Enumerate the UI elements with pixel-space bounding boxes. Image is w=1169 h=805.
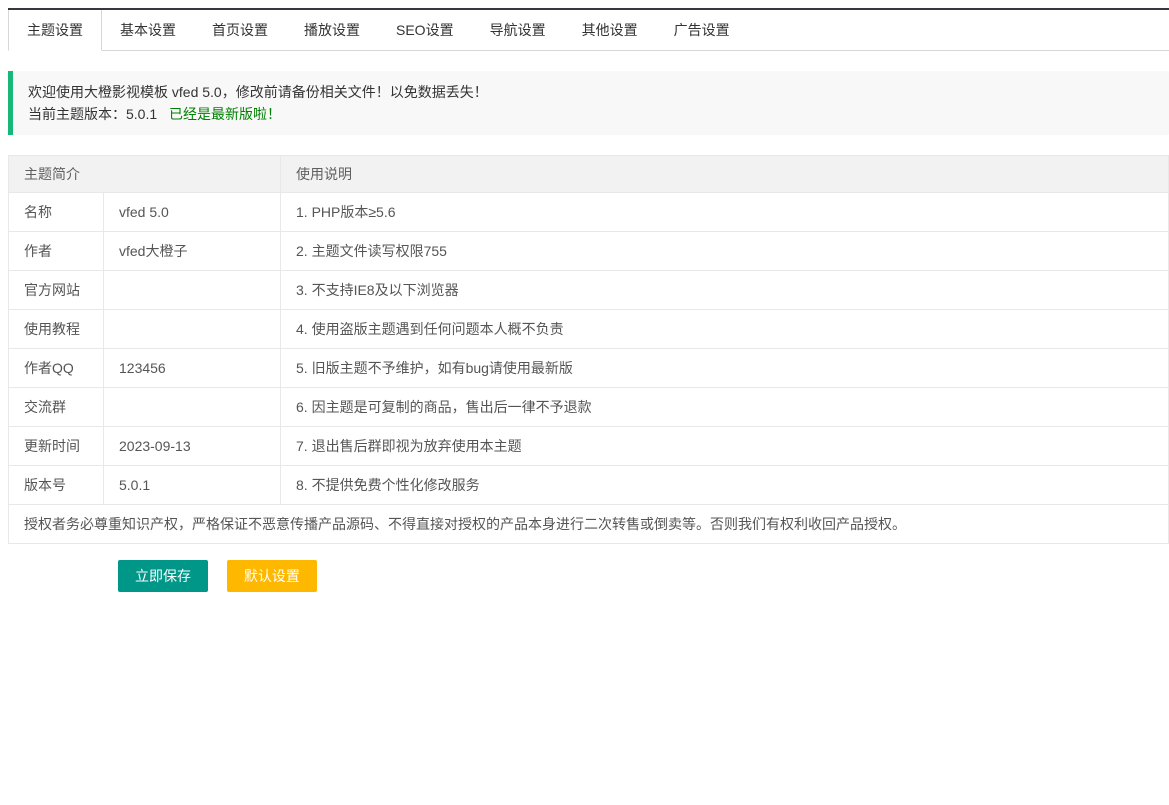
row-label: 作者QQ: [9, 349, 104, 388]
form-actions: 立即保存 默认设置: [118, 560, 1169, 592]
row-value: [104, 388, 281, 427]
table-row: 名称 vfed 5.0 1. PHP版本≥5.6: [9, 193, 1169, 232]
reset-defaults-button[interactable]: 默认设置: [227, 560, 317, 592]
row-note: 6. 因主题是可复制的商品，售出后一律不予退款: [281, 388, 1169, 427]
tab-theme-settings[interactable]: 主题设置: [8, 10, 102, 51]
row-label: 名称: [9, 193, 104, 232]
current-version-text: 当前主题版本：5.0.1: [28, 106, 157, 122]
tab-seo-settings[interactable]: SEO设置: [378, 10, 472, 50]
notice-line-backup: 欢迎使用大橙影视模板 vfed 5.0，修改前请备份相关文件！以免数据丢失！: [28, 81, 1154, 103]
table-footer-row: 授权者务必尊重知识产权，严格保证不恶意传播产品源码、不得直接对授权的产品本身进行…: [9, 505, 1169, 544]
table-row: 版本号 5.0.1 8. 不提供免费个性化修改服务: [9, 466, 1169, 505]
tab-other-settings[interactable]: 其他设置: [564, 10, 656, 50]
row-value: vfed 5.0: [104, 193, 281, 232]
row-label: 更新时间: [9, 427, 104, 466]
tab-nav-settings[interactable]: 导航设置: [472, 10, 564, 50]
table-row: 作者 vfed大橙子 2. 主题文件读写权限755: [9, 232, 1169, 271]
theme-info-table: 主题简介 使用说明 名称 vfed 5.0 1. PHP版本≥5.6 作者 vf…: [8, 155, 1169, 544]
row-value: 2023-09-13: [104, 427, 281, 466]
table-header-row: 主题简介 使用说明: [9, 156, 1169, 193]
row-note: 8. 不提供免费个性化修改服务: [281, 466, 1169, 505]
row-note: 5. 旧版主题不予维护，如有bug请使用最新版: [281, 349, 1169, 388]
row-value: vfed大橙子: [104, 232, 281, 271]
row-note: 4. 使用盗版主题遇到任何问题本人概不负责: [281, 310, 1169, 349]
row-label: 使用教程: [9, 310, 104, 349]
row-label: 作者: [9, 232, 104, 271]
latest-version-text: 已经是最新版啦！: [169, 106, 281, 122]
tab-play-settings[interactable]: 播放设置: [286, 10, 378, 50]
row-label: 版本号: [9, 466, 104, 505]
table-row: 使用教程 4. 使用盗版主题遇到任何问题本人概不负责: [9, 310, 1169, 349]
tab-home-settings[interactable]: 首页设置: [194, 10, 286, 50]
row-value: 5.0.1: [104, 466, 281, 505]
settings-tab-bar: 主题设置 基本设置 首页设置 播放设置 SEO设置 导航设置 其他设置 广告设置: [8, 8, 1169, 51]
row-note: 1. PHP版本≥5.6: [281, 193, 1169, 232]
welcome-notice-box: 欢迎使用大橙影视模板 vfed 5.0，修改前请备份相关文件！以免数据丢失！ 当…: [8, 71, 1169, 135]
column-header-usage-notes: 使用说明: [281, 156, 1169, 193]
row-label: 交流群: [9, 388, 104, 427]
row-note: 7. 退出售后群即视为放弃使用本主题: [281, 427, 1169, 466]
row-note: 2. 主题文件读写权限755: [281, 232, 1169, 271]
theme-settings-page: 主题设置 基本设置 首页设置 播放设置 SEO设置 导航设置 其他设置 广告设置…: [0, 0, 1169, 805]
table-row: 作者QQ 123456 5. 旧版主题不予维护，如有bug请使用最新版: [9, 349, 1169, 388]
row-value: [104, 310, 281, 349]
tab-basic-settings[interactable]: 基本设置: [102, 10, 194, 50]
table-row: 官方网站 3. 不支持IE8及以下浏览器: [9, 271, 1169, 310]
table-row: 交流群 6. 因主题是可复制的商品，售出后一律不予退款: [9, 388, 1169, 427]
tab-ad-settings[interactable]: 广告设置: [656, 10, 748, 50]
table-row: 更新时间 2023-09-13 7. 退出售后群即视为放弃使用本主题: [9, 427, 1169, 466]
row-value: [104, 271, 281, 310]
row-note: 3. 不支持IE8及以下浏览器: [281, 271, 1169, 310]
notice-line-version: 当前主题版本：5.0.1 已经是最新版啦！: [28, 103, 1154, 125]
row-label: 官方网站: [9, 271, 104, 310]
license-notice: 授权者务必尊重知识产权，严格保证不恶意传播产品源码、不得直接对授权的产品本身进行…: [9, 505, 1169, 544]
row-value: 123456: [104, 349, 281, 388]
save-button[interactable]: 立即保存: [118, 560, 208, 592]
column-header-theme-intro: 主题简介: [9, 156, 281, 193]
